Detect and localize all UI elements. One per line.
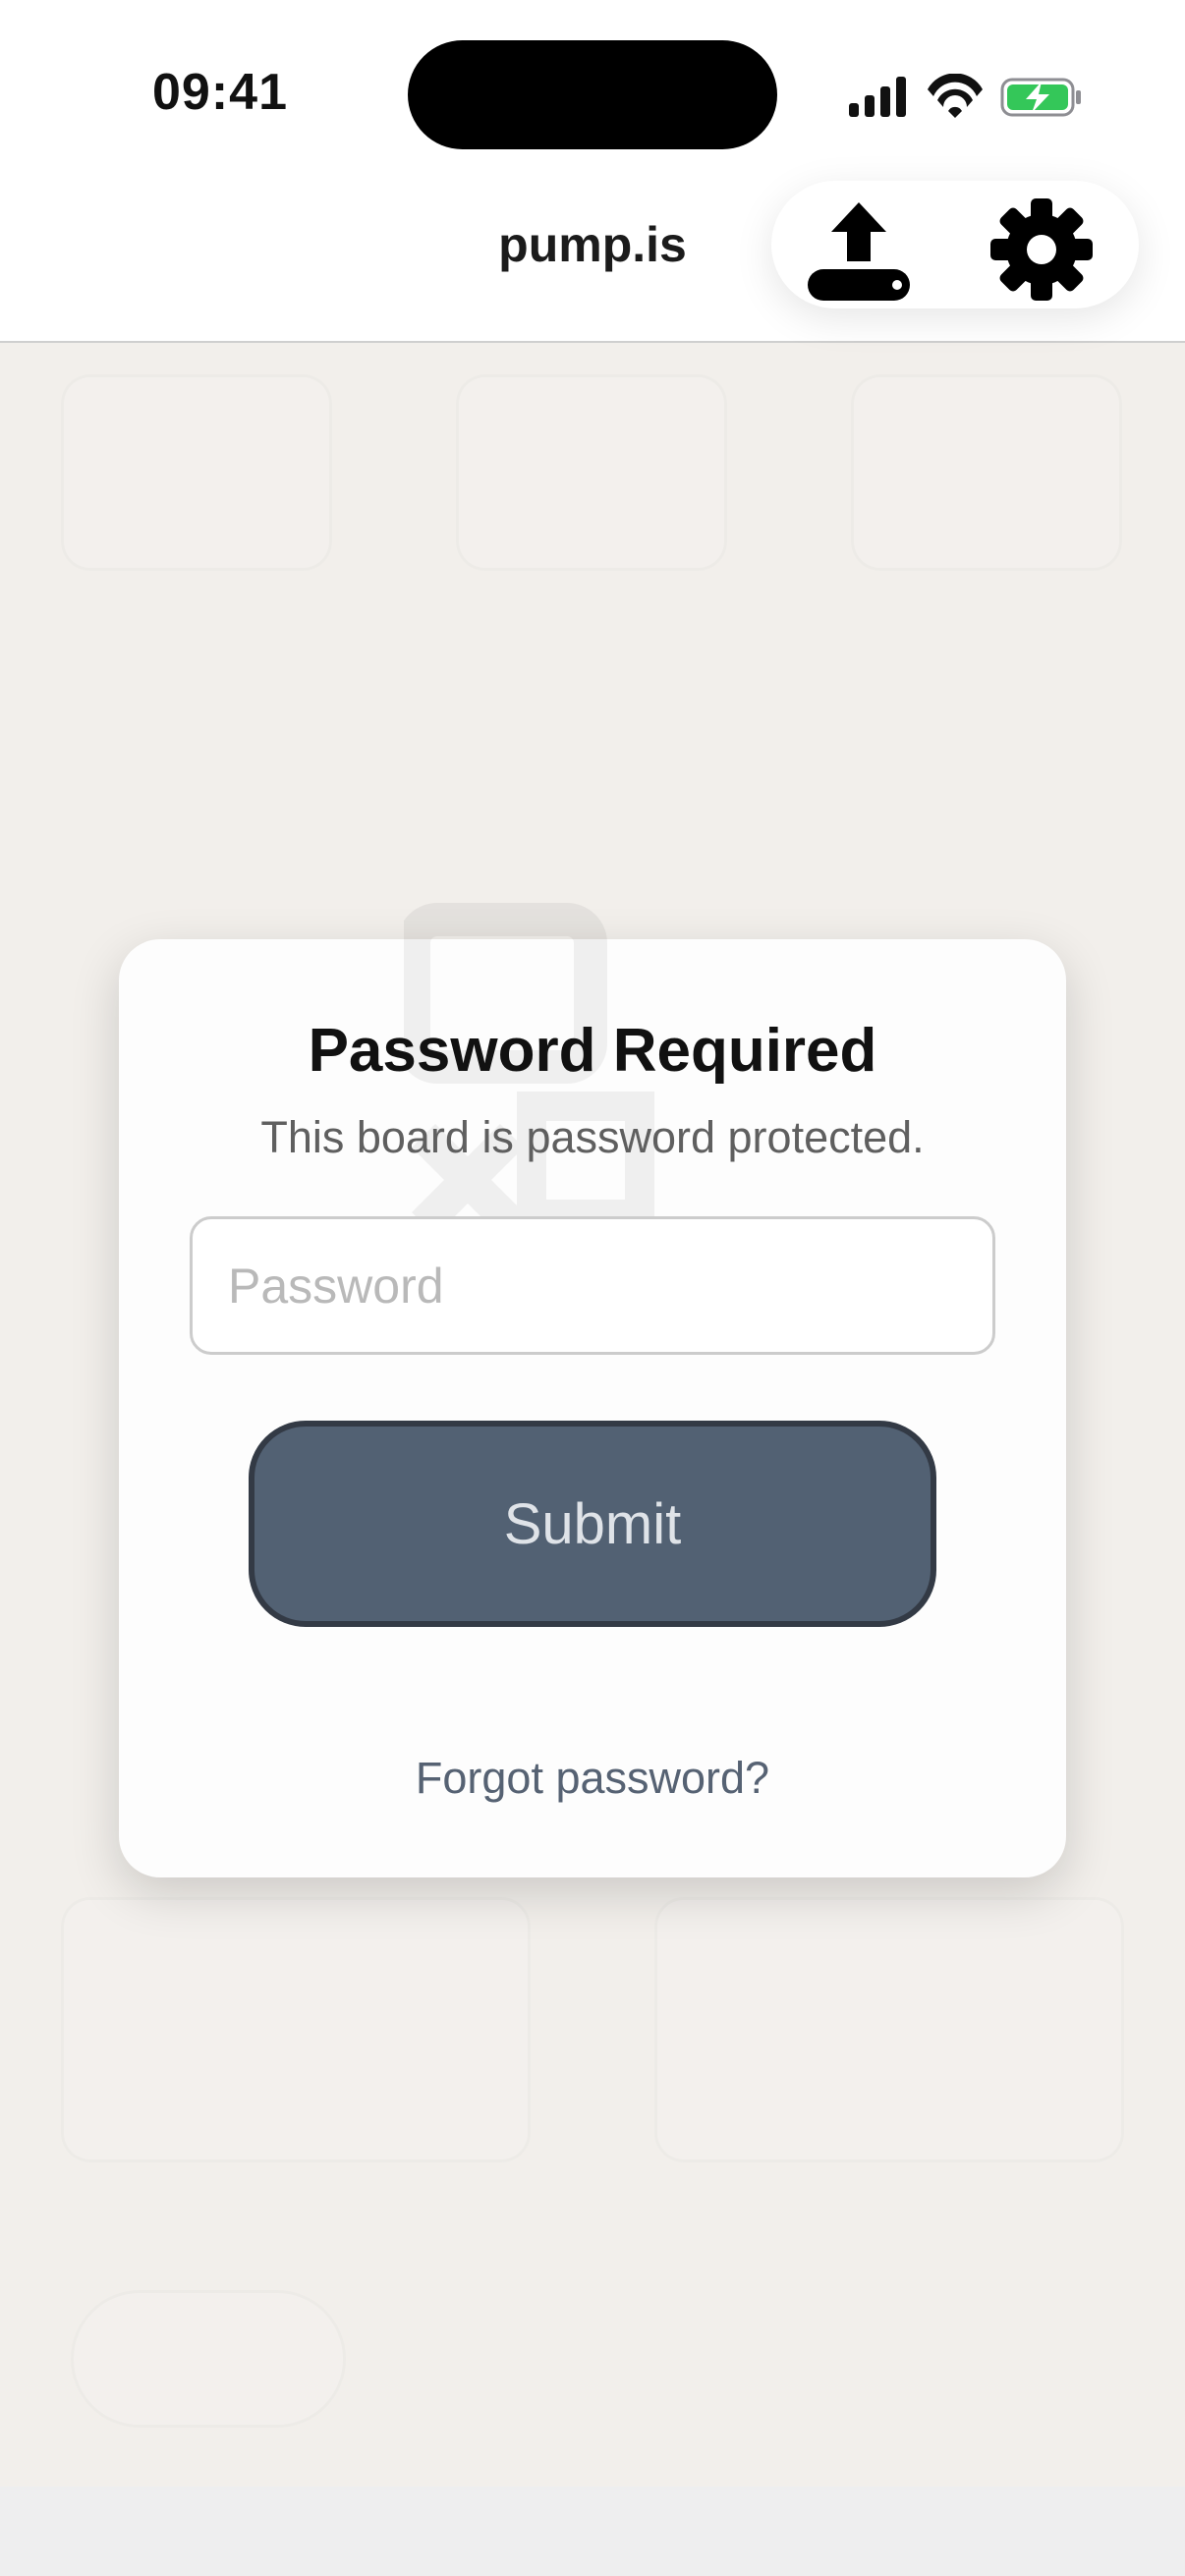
board-tile [654,1897,1124,2162]
password-input[interactable] [190,1216,995,1355]
board-tile [71,2290,346,2428]
gear-icon [990,198,1093,301]
board-tile [851,374,1122,571]
battery-charging-icon [1000,78,1081,117]
dialog-title: Password Required [308,1017,877,1085]
status-bar: 09:41 [0,0,1185,177]
submit-button[interactable]: Submit [249,1421,936,1627]
bottom-safe-area [0,2487,1185,2576]
upload-icon [808,202,910,301]
board-tile [456,374,727,571]
board-tile [61,374,332,571]
status-icons [849,74,1081,118]
header: pump.is [0,177,1185,343]
forgot-password-link[interactable]: Forgot password? [119,1753,1066,1804]
status-time: 09:41 [152,64,288,121]
dynamic-island [408,40,777,149]
password-dialog: Password Required This board is password… [119,903,1066,1877]
wifi-icon [928,74,983,118]
dialog-subtitle: This board is password protected. [260,1112,925,1162]
signal-icon [849,77,906,117]
settings-button[interactable] [988,196,1096,304]
toolbar [771,181,1139,308]
upload-button[interactable] [805,196,913,304]
board-tile [61,1897,531,2162]
